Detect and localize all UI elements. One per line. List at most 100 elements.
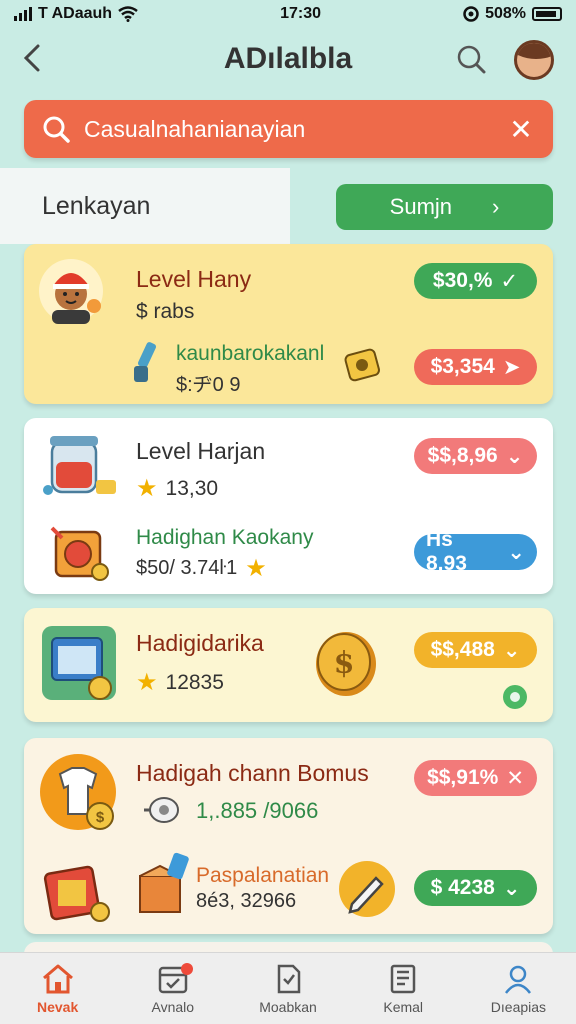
card-action-pill[interactable]: $3,354 ➤ bbox=[414, 349, 537, 385]
alarm-icon bbox=[463, 6, 479, 22]
reward-card-1[interactable]: Level Hany $ rabs kaunbarokakanl $:ヂ0 9 … bbox=[24, 244, 553, 404]
header-search-button[interactable] bbox=[456, 44, 486, 74]
card-subtitle: 1,.885 /9066 bbox=[196, 798, 319, 823]
pill-value: Hs 8,93 bbox=[426, 528, 467, 575]
nav-label: Dıeapias bbox=[490, 998, 547, 1015]
filter-label-box: Lenkayan bbox=[0, 168, 290, 244]
svg-text:$: $ bbox=[96, 809, 105, 826]
card-price-pill[interactable]: $$,8,96 ⌄ bbox=[414, 438, 537, 474]
reward-value-row: $50/ 3.74ŀ1 ★ bbox=[136, 554, 267, 583]
nav-item-book[interactable]: Kemal bbox=[346, 953, 461, 1024]
card-action-pill[interactable]: Hs 8,93 ⌄ bbox=[414, 528, 537, 575]
flashlight-icon bbox=[132, 340, 162, 386]
card-action-pill[interactable]: $ 4238 ⌄ bbox=[414, 870, 537, 906]
status-bar: T ADaauh 17:30 508% bbox=[0, 0, 576, 28]
chevron-left-icon bbox=[23, 44, 40, 72]
chevron-down-icon: ⌄ bbox=[502, 638, 521, 662]
reward-card-2[interactable]: Level Harjan ★ 13,30 Hadighan Kaokany $5… bbox=[24, 418, 553, 594]
notification-badge bbox=[181, 963, 194, 975]
nav-label: Moabkan bbox=[259, 998, 317, 1015]
status-time: 17:30 bbox=[280, 5, 322, 22]
status-dot-icon bbox=[502, 684, 528, 710]
page-title: ADılalbla bbox=[223, 42, 353, 75]
profile-icon bbox=[505, 965, 532, 994]
close-icon[interactable]: ✕ bbox=[507, 113, 535, 146]
character-icon bbox=[38, 258, 104, 324]
carrier-label: T ADaauh bbox=[38, 5, 113, 22]
document-icon bbox=[277, 964, 301, 993]
reward-label: Hadighan Kaokany bbox=[136, 526, 314, 549]
nav-item-calendar[interactable]: Avnalo bbox=[115, 953, 230, 1024]
reward-card-4[interactable]: $ Hadigah сhann Bomus 1,.885 /9066 Paspa… bbox=[24, 738, 553, 934]
chevron-right-icon: › bbox=[492, 194, 500, 219]
reward-card-3[interactable]: Hadigidarika ★ 12835 $ $$,488 ⌄ bbox=[24, 608, 553, 722]
pill-value: $ 4238 bbox=[430, 876, 495, 899]
clock-icon bbox=[46, 522, 112, 584]
status-left: T ADaauh bbox=[14, 5, 138, 23]
send-icon: ➤ bbox=[502, 355, 521, 379]
pill-value: $3,354 bbox=[430, 355, 495, 378]
header: ADılalbla bbox=[0, 28, 576, 90]
pill-value: $$,91% bbox=[427, 766, 499, 789]
card-title: Level Hany bbox=[136, 266, 252, 292]
star-icon: ★ bbox=[136, 669, 158, 696]
search-icon bbox=[43, 116, 70, 143]
avatar[interactable] bbox=[514, 40, 554, 80]
filter-button-label: Sumjn bbox=[389, 194, 453, 219]
coin-icon: $ bbox=[310, 628, 382, 700]
calendar-app-icon bbox=[40, 624, 120, 704]
home-icon bbox=[42, 964, 73, 993]
star-icon: ★ bbox=[136, 475, 158, 502]
chevron-down-icon: ⌄ bbox=[505, 444, 524, 468]
check-icon: ✓ bbox=[500, 269, 519, 293]
svg-text:$: $ bbox=[334, 646, 355, 681]
close-icon: ✕ bbox=[506, 766, 524, 790]
gift-box-icon bbox=[42, 860, 112, 926]
search-input[interactable]: Casualnahanianayian bbox=[84, 116, 507, 143]
nav-item-home[interactable]: Nevak bbox=[0, 953, 115, 1024]
reward-value: $50/ 3.74ŀ1 bbox=[136, 557, 238, 579]
nav-item-profile[interactable]: Dıeapias bbox=[461, 953, 576, 1024]
search-bar[interactable]: Casualnahanianayian ✕ bbox=[24, 100, 553, 158]
wifi-icon bbox=[118, 6, 138, 22]
card-subtitle-value: 13,30 bbox=[165, 476, 219, 500]
nav-item-document[interactable]: Moabkan bbox=[230, 953, 345, 1024]
bottom-nav: Nevak Avnalo Moabkan Kemal Dıeapias bbox=[0, 952, 576, 1024]
filter-button[interactable]: Sumjn › bbox=[336, 184, 553, 230]
card-price-pill[interactable]: $$,91% ✕ bbox=[414, 760, 537, 796]
search-icon bbox=[457, 45, 486, 74]
star-icon: ★ bbox=[245, 555, 267, 582]
nav-label: Avnalo bbox=[151, 998, 195, 1015]
filter-label: Lenkayan bbox=[42, 191, 151, 220]
nav-label: Nevak bbox=[36, 998, 79, 1015]
reward-label: Paspalanatian bbox=[196, 864, 330, 887]
card-title: Level Harjan bbox=[136, 438, 266, 464]
book-icon bbox=[390, 964, 416, 993]
card-title: Hadigidarika bbox=[136, 630, 264, 656]
pill-value: $30,% bbox=[432, 269, 493, 292]
chevron-down-icon: ⌄ bbox=[507, 540, 525, 564]
battery-icon bbox=[531, 7, 562, 21]
chevron-down-icon: ⌄ bbox=[502, 876, 521, 900]
reward-value: 8é3, 32966 bbox=[196, 890, 297, 912]
back-button[interactable] bbox=[20, 40, 50, 76]
card-subtitle: $ rabs bbox=[136, 300, 195, 323]
gear-icon bbox=[142, 792, 182, 828]
card-subtitle: ★ 13,30 bbox=[136, 474, 218, 503]
card-title: Hadigah сhann Bomus bbox=[136, 760, 369, 786]
lock-icon bbox=[342, 344, 382, 384]
reward-value: $:ヂ0 9 bbox=[176, 374, 241, 396]
reward-label: kaunbarokakanl bbox=[176, 342, 325, 365]
pill-value: $$,8,96 bbox=[427, 444, 498, 467]
card-price-pill[interactable]: $$,488 ⌄ bbox=[414, 632, 537, 668]
card-price-pill[interactable]: $30,% ✓ bbox=[414, 263, 537, 299]
card-subtitle: ★ 12835 bbox=[136, 668, 224, 697]
package-icon bbox=[136, 852, 192, 916]
nav-label: Kemal bbox=[383, 998, 424, 1015]
signal-icon bbox=[14, 7, 32, 21]
bonus-shirt-icon: $ bbox=[38, 752, 122, 836]
battery-percent: 508% bbox=[485, 5, 526, 22]
status-right: 508% bbox=[463, 5, 562, 23]
jar-icon bbox=[42, 430, 118, 500]
pill-value: $$,488 bbox=[430, 638, 495, 661]
